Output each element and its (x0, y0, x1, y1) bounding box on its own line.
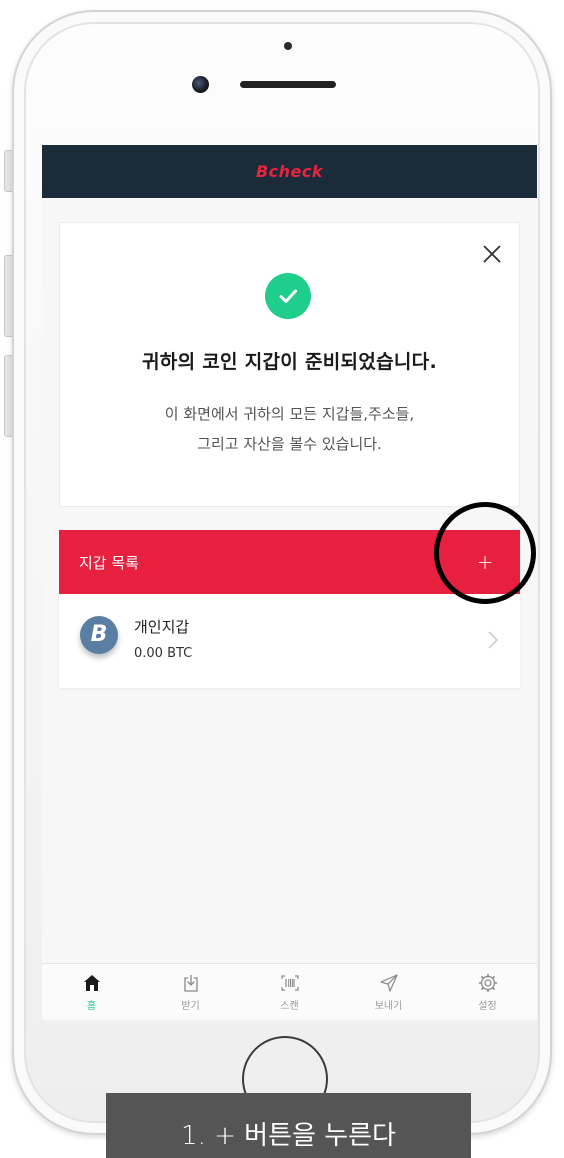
tab-home-label: 홈 (86, 1001, 97, 1012)
bitcoin-icon: B (80, 616, 118, 654)
phone-speaker (240, 81, 336, 88)
scan-icon (280, 975, 299, 991)
wallet-list-item[interactable]: B 개인지갑 0.00 BTC (59, 594, 520, 688)
wallet-balance: 0.00 BTC (134, 646, 193, 661)
welcome-description-line1: 이 화면에서 귀하의 모든 지갑들,주소들, (164, 405, 415, 423)
close-icon[interactable] (481, 243, 503, 265)
tab-settings[interactable]: 설정 (438, 964, 537, 1020)
app-logo: Bcheck (255, 162, 324, 181)
welcome-title: 귀하의 코인 지갑이 준비되었습니다. (142, 351, 437, 373)
welcome-card: 귀하의 코인 지갑이 준비되었습니다. 이 화면에서 귀하의 모든 지갑들,주소… (59, 222, 520, 507)
settings-icon (478, 973, 497, 993)
tab-scan-label: 스캔 (280, 1001, 299, 1012)
receive-icon (183, 975, 198, 992)
phone-sensor (284, 42, 292, 50)
welcome-description: 이 화면에서 귀하의 모든 지갑들,주소들, 그리고 자산을 볼수 있습니다. (60, 399, 519, 459)
tab-home[interactable]: 홈 (42, 964, 141, 1020)
chevron-right-icon (488, 631, 499, 649)
tab-receive[interactable]: 받기 (141, 964, 240, 1020)
wallet-name: 개인지갑 (134, 618, 190, 636)
highlight-circle (434, 502, 536, 604)
tab-send[interactable]: 보내기 (339, 964, 438, 1020)
tutorial-caption-text: 1. + 버튼을 누른다 (181, 1121, 396, 1151)
home-icon (83, 975, 100, 991)
bottom-tab-bar: 홈 받기 스캔 보내기 설정 (42, 963, 537, 1020)
tab-settings-label: 설정 (478, 1001, 497, 1012)
phone-camera (192, 76, 209, 93)
tab-scan[interactable]: 스캔 (240, 964, 339, 1020)
app-header: Bcheck (42, 145, 537, 198)
tutorial-caption: 1. + 버튼을 누른다 (106, 1093, 471, 1158)
tab-receive-label: 받기 (181, 1001, 200, 1012)
check-circle-icon (265, 273, 311, 319)
tab-send-label: 보내기 (374, 1001, 403, 1012)
send-icon (379, 974, 398, 992)
wallet-list-title: 지갑 목록 (79, 553, 139, 572)
welcome-description-line2: 그리고 자산을 볼수 있습니다. (197, 435, 382, 453)
